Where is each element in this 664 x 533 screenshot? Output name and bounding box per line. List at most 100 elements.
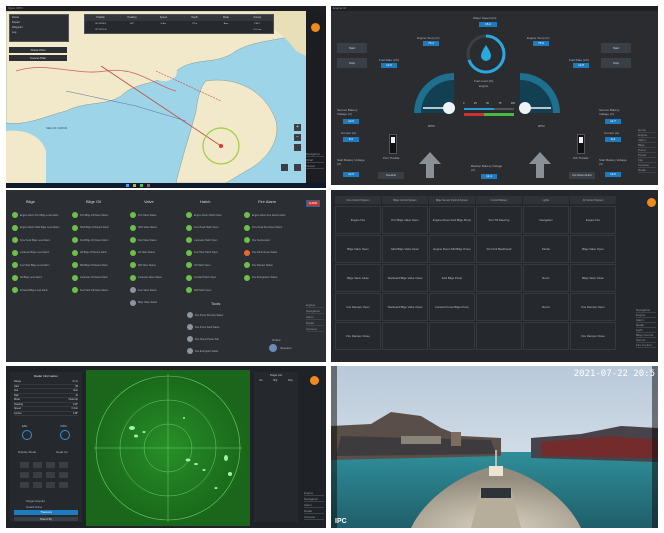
alarm-item[interactable]: Lazarette Bilge Level Alarm xyxy=(12,248,49,258)
right-stop-button[interactable]: Stop xyxy=(601,58,631,68)
alarm-item[interactable]: Engine Room Fire Detect Alarm xyxy=(244,210,286,220)
alarm-item[interactable]: Fore Peak Bilge Level Alarm xyxy=(12,235,50,245)
alarm-item[interactable]: Engine Room Hatch Open xyxy=(186,210,222,220)
alarm-item[interactable]: Aft Bilge Level Alarm xyxy=(12,273,42,283)
start-icon[interactable] xyxy=(126,184,129,187)
control-cell[interactable]: Fire Damper Close xyxy=(335,322,381,350)
zoom-in-button[interactable]: + xyxy=(294,124,301,131)
left-stop-button[interactable]: Stop xyxy=(337,58,367,68)
control-cell[interactable]: Strobe xyxy=(523,235,569,263)
control-cell[interactable]: Engine Room Fwd Bilge Pump xyxy=(429,206,475,234)
alarm-item[interactable]: Fire Alarm Reset Status xyxy=(244,248,277,258)
alarm-indicator-icon[interactable] xyxy=(647,198,656,207)
stbd-throttle[interactable] xyxy=(577,134,585,154)
control-cell[interactable]: Fire Damper Open xyxy=(570,293,616,321)
alarm-item[interactable]: Forward Bilge Level Alarm xyxy=(12,285,48,295)
control-cell[interactable]: Port Anti Backboard xyxy=(476,235,522,263)
alarm-item[interactable]: Fire Extinguisher Status xyxy=(244,273,277,283)
alarm-item[interactable]: Fwd Bilge Oil Detect Alarm xyxy=(72,235,108,245)
center-vessel-button[interactable] xyxy=(294,144,301,151)
port-throttle[interactable] xyxy=(389,134,397,154)
alarm-item[interactable]: Fuel Tank Oil Detect Alarm xyxy=(72,285,108,295)
alarm-item[interactable]: Aft Valve Status xyxy=(130,248,155,258)
radar-control-key[interactable] xyxy=(46,482,55,488)
alarm-item[interactable]: Aft Hatch Open xyxy=(186,260,210,270)
side-item[interactable]: Camera xyxy=(304,514,324,520)
radar-control-key[interactable] xyxy=(20,482,29,488)
radar-control-key[interactable] xyxy=(59,482,68,488)
alarm-item[interactable]: Forward Hatch Open xyxy=(186,273,216,283)
neutral-mode-button[interactable]: Neutral xyxy=(378,172,404,179)
alarm-item[interactable]: Port Valve Status xyxy=(130,210,156,220)
alarm-item[interactable]: Aft Bilge Oil Detect Alarm xyxy=(72,248,107,258)
alarm-item[interactable]: Port Bilge Oil Detect Alarm xyxy=(72,210,108,220)
radar-control-key[interactable] xyxy=(59,462,68,468)
radar-control-key[interactable] xyxy=(46,472,55,478)
alarm-item[interactable]: Engine Room Stbd Bilge Level Alarm xyxy=(12,223,59,233)
control-cell[interactable]: Engine Room Mid Bilge Pump xyxy=(429,235,475,263)
control-cell[interactable]: Starboard Bilge Valve Close xyxy=(382,264,428,292)
control-cell[interactable]: Navigation xyxy=(523,206,569,234)
control-cell[interactable]: Starboard Bilge Valve Close xyxy=(382,293,428,321)
control-cell[interactable]: Engine Fire xyxy=(335,206,381,234)
left-start-button[interactable]: Start xyxy=(337,43,367,53)
radar-control-key[interactable] xyxy=(33,462,42,468)
control-cell[interactable]: Port Bilge Valve Open xyxy=(382,206,428,234)
alarm-item[interactable]: Stbd Bilge Oil Detect Alarm xyxy=(72,223,109,233)
alarm-item[interactable]: Fuel Valve Status xyxy=(130,285,157,295)
radar-control-key[interactable] xyxy=(59,472,68,478)
ebl-dial[interactable] xyxy=(22,430,32,440)
alarm-item[interactable]: Mid Bilge Oil Detect Alarm xyxy=(72,260,108,270)
taskbar-app-icon[interactable] xyxy=(133,184,136,187)
side-item[interactable]: Fire Control xyxy=(636,343,656,348)
transmit-button[interactable]: Transmit xyxy=(14,510,78,515)
cancel-plan-button[interactable]: Cancel Plan xyxy=(9,55,67,61)
alarm-item[interactable]: Mid Hatch Open xyxy=(186,285,211,295)
alarm-item[interactable]: Fuel Tank Bilge Level Alarm xyxy=(12,260,49,270)
radar-control-key[interactable] xyxy=(46,462,55,468)
control-cell[interactable]: Bilge Valve Open xyxy=(335,235,381,263)
alarm-item[interactable]: Fore Peak Hatch Open xyxy=(186,223,218,233)
zoom-out-button[interactable]: − xyxy=(294,134,301,141)
control-cell[interactable]: Fire Damper Open xyxy=(335,293,381,321)
control-cell[interactable]: Bilge Valve Close xyxy=(570,264,616,292)
control-cell[interactable]: Bilge Valve Open xyxy=(570,235,616,263)
control-cell[interactable]: Red 1 xyxy=(523,264,569,292)
alarm-item[interactable]: Lazarette Valve Status xyxy=(130,273,162,283)
alarm-item[interactable]: Fire Suppression xyxy=(244,235,270,245)
tool-item[interactable]: Fire Pump Running Status xyxy=(187,310,223,320)
control-cell[interactable]: Port Tilt Steering xyxy=(476,206,522,234)
side-item[interactable]: Vessel xyxy=(306,163,324,169)
alarm-indicator-icon[interactable] xyxy=(311,23,320,32)
radar-control-key[interactable] xyxy=(20,472,29,478)
radar-control-key[interactable] xyxy=(33,472,42,478)
alarm-item[interactable]: Fwd Valve Status xyxy=(130,235,156,245)
alarm-item[interactable]: Fuel Tank Hatch Open xyxy=(186,248,218,258)
control-cell[interactable]: Stbd Bilge Valve Open xyxy=(382,235,428,263)
alarm-item[interactable]: Fire Damper Status xyxy=(244,260,273,270)
taskbar-app-icon[interactable] xyxy=(147,184,150,187)
alarm-item[interactable]: Bilge Valve Status xyxy=(130,298,157,308)
side-item[interactable]: Camera xyxy=(306,326,324,332)
tool-item[interactable]: Fire Extinguish Status xyxy=(187,346,218,356)
tool-item[interactable]: Fire Detect Power Fail xyxy=(187,334,219,344)
camera-feed[interactable] xyxy=(331,366,658,528)
route-plan-button[interactable]: Route Plan xyxy=(9,47,67,53)
alarm-item[interactable]: Lazarette Oil Detect Alarm xyxy=(72,273,108,283)
vrm-dial[interactable] xyxy=(60,430,70,440)
alarm-item[interactable]: Mid Valve Status xyxy=(130,260,156,270)
control-cell[interactable]: Fwd Bilge Pump xyxy=(429,264,475,292)
alarm-item[interactable]: Fore Peak Fire Detect Alarm xyxy=(244,223,282,233)
alarm-item[interactable]: Engine Room Port Bilge Level Alarm xyxy=(12,210,59,220)
measure-button[interactable] xyxy=(281,164,288,171)
taskbar-app-icon[interactable] xyxy=(140,184,143,187)
avatar[interactable] xyxy=(269,344,277,352)
tool-item[interactable]: Fire Pump Fault Status xyxy=(187,322,219,332)
standby-button[interactable]: Stand By xyxy=(14,517,78,521)
radar-control-key[interactable] xyxy=(33,482,42,488)
alarm-indicator-icon[interactable] xyxy=(310,376,319,385)
control-cell[interactable]: Bilge Valve Close xyxy=(335,264,381,292)
control-cell[interactable]: Forward Comp Bilge Pump xyxy=(429,293,475,321)
control-cell[interactable]: Fire Damper Close xyxy=(570,322,616,350)
alarm-item[interactable]: Lazarette Hatch Open xyxy=(186,235,217,245)
